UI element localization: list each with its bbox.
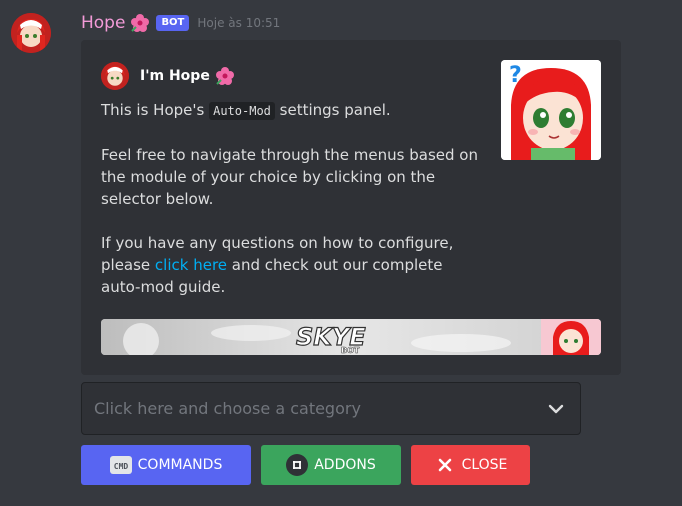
close-icon (434, 454, 456, 476)
embed-banner-image[interactable]: SKYE BOT (101, 319, 601, 355)
svg-text:?: ? (509, 63, 522, 88)
svg-text:CMD: CMD (113, 462, 128, 471)
close-button-label: CLOSE (461, 457, 508, 473)
description-paragraph-1: This is Hope's Auto-Mod settings panel. (101, 101, 391, 120)
commands-button-label: COMMANDS (137, 457, 223, 473)
message-timestamp[interactable]: Hoje às 10:51 (197, 16, 280, 30)
close-button[interactable]: CLOSE (411, 445, 530, 485)
hibiscus-emoji-icon (215, 66, 235, 86)
addons-button-label: ADDONS (314, 457, 376, 473)
cmd-icon: CMD (109, 454, 132, 476)
embed: I'm Hope This is Hope's Auto-Mod setting… (81, 40, 621, 375)
commands-button[interactable]: CMD COMMANDS (81, 445, 251, 485)
banner-logo-subtext: BOT (341, 346, 360, 355)
category-select-placeholder: Click here and choose a category (94, 399, 361, 418)
category-select[interactable]: Click here and choose a category (81, 382, 581, 435)
addons-button[interactable]: ADDONS (261, 445, 401, 485)
embed-description: This is Hope's Auto-Mod settings panel. … (101, 99, 481, 320)
description-paragraph-2: Feel free to navigate through the menus … (101, 146, 478, 208)
message-header: Hope BOT Hoje às 10:51 (81, 11, 280, 35)
bot-tag: BOT (156, 15, 190, 31)
embed-author-icon (101, 62, 129, 90)
puzzle-icon (286, 454, 309, 476)
embed-author-name: I'm Hope (140, 68, 210, 84)
username[interactable]: Hope (81, 13, 125, 33)
description-paragraph-3: If you have any questions on how to conf… (101, 234, 454, 296)
bot-message: Hope BOT Hoje às 10:51 I'm Hope This is … (0, 0, 682, 506)
button-row: CMD COMMANDS ADDONS CLOSE (81, 445, 540, 485)
auto-mod-code: Auto-Mod (209, 102, 275, 120)
guide-link[interactable]: click here (155, 256, 227, 274)
chevron-down-icon (544, 397, 568, 421)
hibiscus-emoji-icon (130, 13, 150, 33)
embed-thumbnail[interactable]: ? (501, 60, 601, 160)
bot-avatar[interactable] (11, 13, 51, 53)
embed-author: I'm Hope (101, 62, 235, 90)
